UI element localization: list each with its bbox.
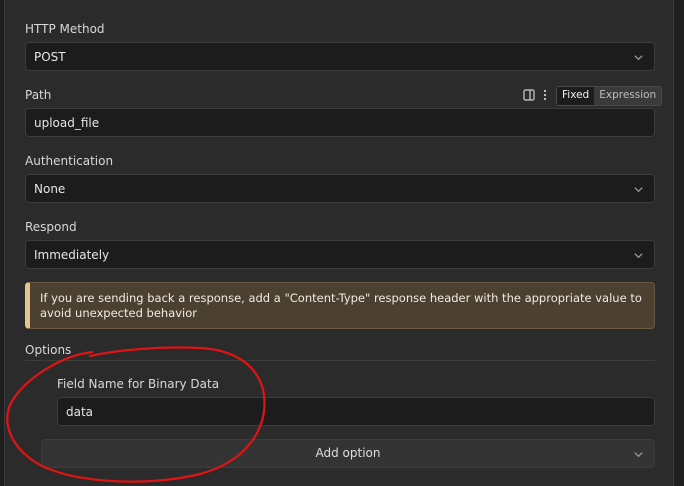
path-mode-toggle: Fixed Expression — [556, 86, 663, 106]
binary-field-input[interactable]: data — [57, 397, 655, 426]
path-value: upload_file — [34, 116, 100, 130]
respond-select[interactable]: Immediately — [25, 240, 655, 269]
binary-field-label: Field Name for Binary Data — [57, 377, 220, 391]
chevron-down-icon — [634, 253, 643, 259]
options-heading: Options — [25, 343, 72, 357]
sidebar-panel-icon[interactable] — [523, 89, 535, 101]
fixed-mode-button[interactable]: Fixed — [557, 87, 595, 105]
binary-field-value: data — [66, 405, 94, 419]
notice-text: If you are sending back a response, add … — [40, 291, 642, 320]
http-method-label: HTTP Method — [25, 22, 105, 36]
options-divider — [25, 360, 655, 361]
respond-label: Respond — [25, 220, 77, 234]
chevron-down-icon — [634, 452, 643, 458]
path-input[interactable]: upload_file — [25, 108, 655, 137]
vertical-dots-icon[interactable] — [542, 89, 548, 101]
chevron-down-icon — [634, 187, 643, 193]
node-parameters-view: HTTP Method POST Path Fixed Expression u… — [0, 0, 684, 486]
add-option-button[interactable]: Add option — [41, 439, 655, 468]
authentication-label: Authentication — [25, 154, 114, 168]
http-method-value: POST — [34, 50, 66, 64]
expression-mode-button[interactable]: Expression — [594, 87, 662, 105]
chevron-down-icon — [634, 55, 643, 61]
authentication-select[interactable]: None — [25, 174, 655, 203]
content-type-notice: If you are sending back a response, add … — [25, 282, 655, 329]
http-method-select[interactable]: POST — [25, 42, 655, 71]
authentication-value: None — [34, 182, 66, 196]
add-option-label: Add option — [315, 446, 381, 460]
path-label: Path — [25, 88, 52, 102]
respond-value: Immediately — [34, 248, 110, 262]
